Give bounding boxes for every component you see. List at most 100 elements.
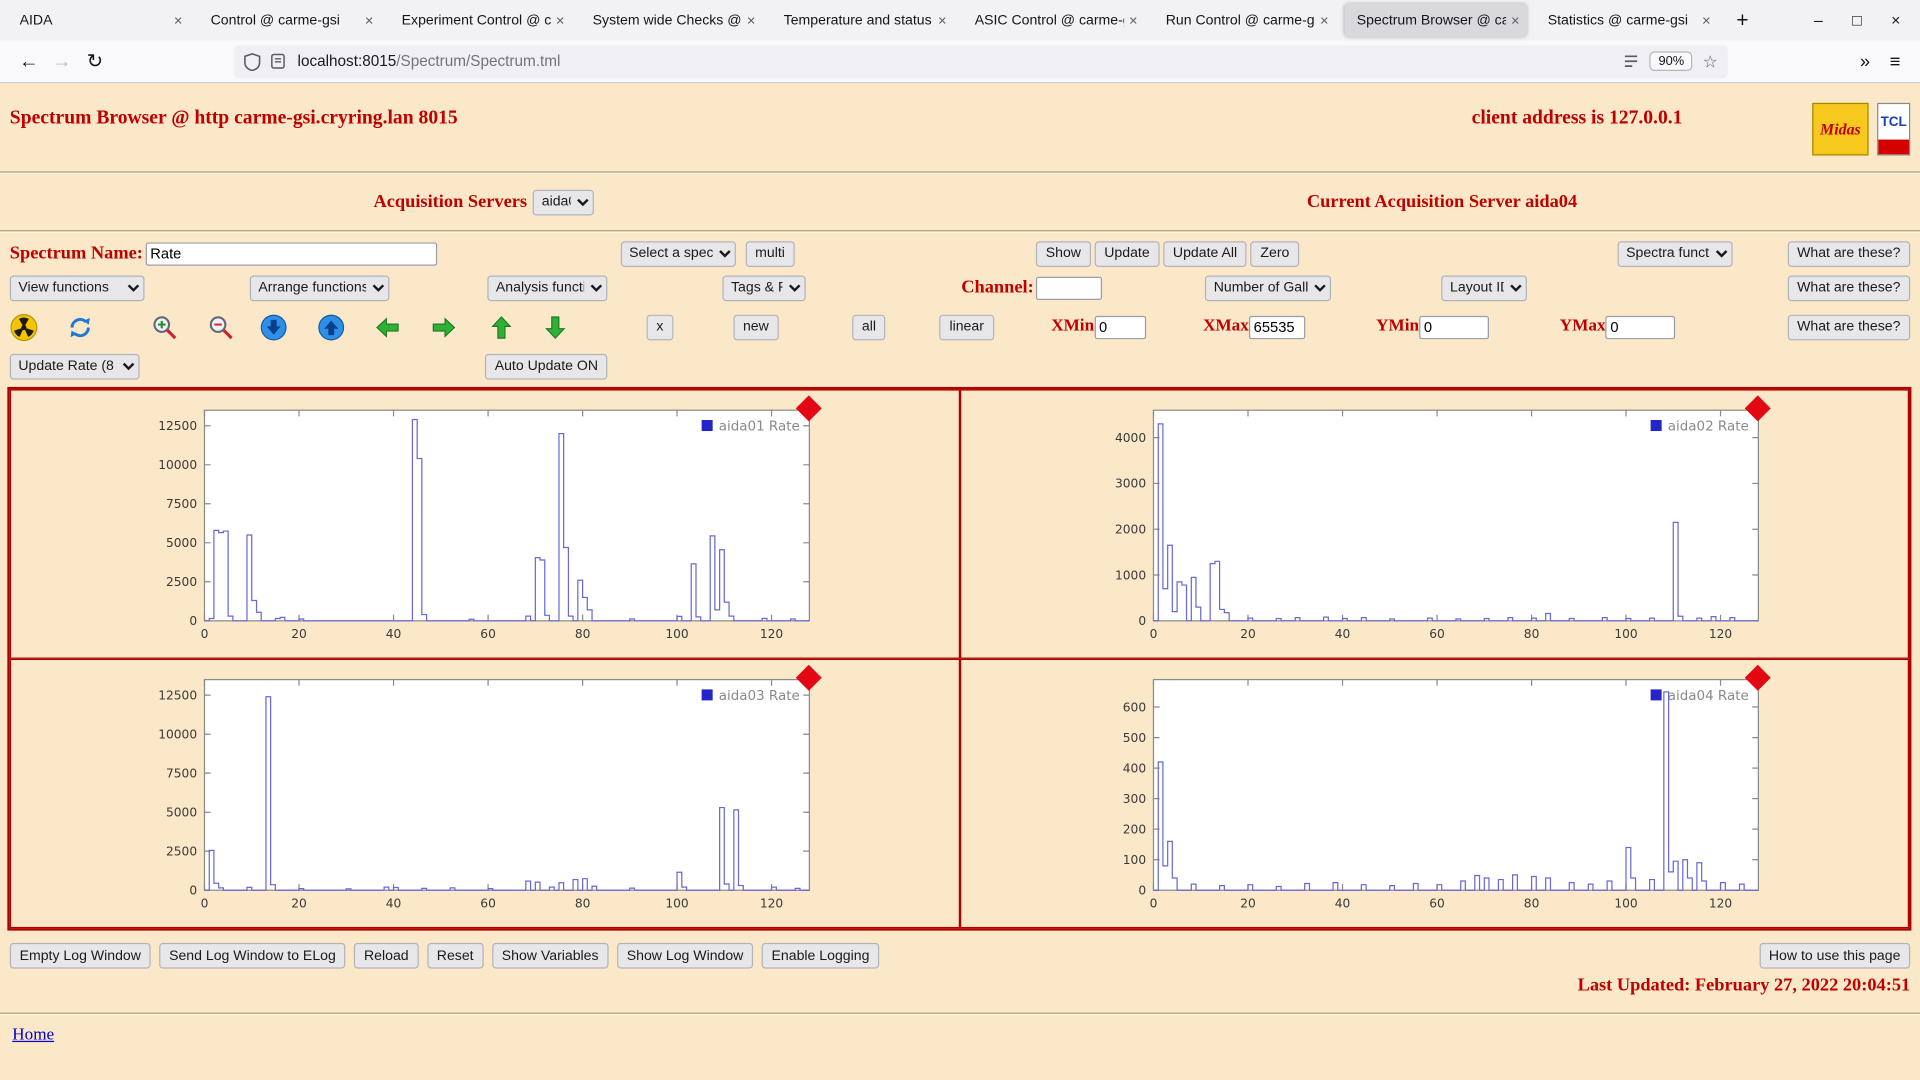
maximize-button[interactable]: □: [1852, 11, 1862, 29]
ymin-input[interactable]: [1419, 315, 1489, 338]
new-button[interactable]: new: [733, 314, 778, 340]
y-tick-label: 2500: [166, 575, 197, 589]
pan-left-button[interactable]: [373, 313, 401, 341]
reader-view-icon[interactable]: [1623, 53, 1640, 70]
channel-input[interactable]: [1036, 276, 1102, 299]
tab-close-icon[interactable]: ×: [556, 12, 565, 29]
url-text[interactable]: localhost:8015/Spectrum/Spectrum.tml: [298, 53, 1623, 70]
what-are-these-button-2[interactable]: What are these?: [1787, 275, 1910, 301]
how-to-use-button[interactable]: How to use this page: [1759, 943, 1910, 969]
browser-tab[interactable]: Run Control @ carme-g×: [1153, 4, 1335, 37]
layout-id-dropdown[interactable]: Layout ID=1: [1441, 275, 1527, 301]
x-projection-button[interactable]: x: [647, 314, 674, 340]
log-controls: Empty Log Window Send Log Window to ELog R…: [10, 943, 879, 969]
close-button[interactable]: ×: [1891, 11, 1900, 29]
reload-button[interactable]: Reload: [354, 943, 418, 969]
what-are-these-button-3[interactable]: What are these?: [1787, 314, 1910, 340]
overflow-menu-button[interactable]: »: [1860, 51, 1870, 72]
number-of-galleries-dropdown[interactable]: Number of Galleries: [1205, 275, 1331, 301]
tab-close-icon[interactable]: ×: [747, 12, 756, 29]
tab-close-icon[interactable]: ×: [938, 12, 947, 29]
x-tick-label: 40: [385, 896, 401, 910]
bookmark-star-icon[interactable]: ☆: [1703, 51, 1718, 72]
chart-2[interactable]: 02040608010012001000200030004000aida02 R…: [1097, 398, 1770, 650]
app-menu-button[interactable]: ≡: [1890, 51, 1901, 72]
back-button[interactable]: ←: [12, 45, 45, 78]
chart-3[interactable]: 02040608010012002500500075001000012500ai…: [148, 667, 821, 919]
minimize-button[interactable]: –: [1814, 11, 1823, 29]
tracking-protection-shield-icon[interactable]: [244, 52, 261, 70]
tab-close-icon[interactable]: ×: [174, 12, 183, 29]
tab-title: Spectrum Browser @ ca: [1357, 13, 1506, 28]
x-tick-label: 40: [1335, 627, 1351, 641]
ymax-input[interactable]: [1606, 315, 1676, 338]
forward-button[interactable]: →: [45, 45, 78, 78]
new-tab-button[interactable]: +: [1727, 8, 1759, 32]
empty-log-window-button[interactable]: Empty Log Window: [10, 943, 151, 969]
client-address-text: client address is 127.0.0.1: [1472, 108, 1683, 130]
reset-button[interactable]: Reset: [427, 943, 483, 969]
browser-tab[interactable]: Spectrum Browser @ ca ×: [1344, 4, 1526, 37]
tab-close-icon[interactable]: ×: [365, 12, 374, 29]
linear-button[interactable]: linear: [940, 314, 994, 340]
site-info-icon[interactable]: [269, 53, 286, 70]
zoom-level-badge[interactable]: 90%: [1650, 51, 1693, 71]
chart-4[interactable]: 0204060801001200100200300400500600aida04…: [1097, 667, 1770, 919]
browser-tab[interactable]: Experiment Control @ c×: [389, 4, 571, 37]
update-all-button[interactable]: Update All: [1163, 241, 1247, 267]
browser-tab[interactable]: AIDA×: [7, 4, 189, 37]
update-rate-dropdown[interactable]: Update Rate (8 secs): [10, 353, 140, 379]
browser-tab[interactable]: System wide Checks @×: [580, 4, 762, 37]
arrange-functions-dropdown[interactable]: Arrange functions: [250, 275, 390, 301]
show-button[interactable]: Show: [1036, 241, 1091, 267]
pan-up-button[interactable]: [487, 313, 515, 341]
zoom-out-button[interactable]: [207, 313, 235, 341]
refresh-button[interactable]: [66, 313, 94, 341]
show-variables-button[interactable]: Show Variables: [492, 943, 608, 969]
legend-label: aida01 Rate: [718, 419, 799, 434]
tab-close-icon[interactable]: ×: [1702, 12, 1711, 29]
reload-button[interactable]: ↻: [78, 45, 111, 78]
enable-logging-button[interactable]: Enable Logging: [762, 943, 879, 969]
home-link[interactable]: Home: [12, 1026, 54, 1046]
url-bar[interactable]: localhost:8015/Spectrum/Spectrum.tml 90%…: [234, 45, 1728, 78]
browser-tab[interactable]: Temperature and status×: [771, 4, 953, 37]
tab-close-icon[interactable]: ×: [1511, 12, 1520, 29]
zoom-in-button[interactable]: [151, 313, 179, 341]
select-spectrum-dropdown[interactable]: Select a spectrum: [620, 241, 735, 267]
what-are-these-button-1[interactable]: What are these?: [1787, 241, 1910, 267]
legend-swatch: [701, 689, 712, 700]
browser-tab[interactable]: ASIC Control @ carme-g×: [962, 4, 1144, 37]
update-button[interactable]: Update: [1094, 241, 1159, 267]
xmin-input[interactable]: [1094, 315, 1145, 338]
browser-tab[interactable]: Statistics @ carme-gsi×: [1536, 4, 1718, 37]
scroll-down-button[interactable]: [260, 313, 288, 341]
pan-right-button[interactable]: [430, 313, 458, 341]
browser-tab[interactable]: Control @ carme-gsi×: [198, 4, 380, 37]
refresh-icon: [66, 313, 94, 341]
xmax-input[interactable]: [1249, 315, 1305, 338]
all-button[interactable]: all: [852, 314, 886, 340]
analysis-functions-dropdown[interactable]: Analysis functions: [487, 275, 607, 301]
zero-button[interactable]: Zero: [1251, 241, 1300, 267]
auto-update-button[interactable]: Auto Update ON: [485, 353, 608, 379]
url-path: /Spectrum/Spectrum.tml: [396, 53, 560, 70]
scroll-up-button[interactable]: [317, 313, 345, 341]
pan-down-button[interactable]: [541, 313, 569, 341]
chart-1[interactable]: 02040608010012002500500075001000012500ai…: [148, 398, 821, 650]
x-tick-label: 80: [575, 896, 591, 910]
tab-close-icon[interactable]: ×: [1129, 12, 1138, 29]
spectrum-name-input[interactable]: [145, 242, 436, 265]
acquisition-server-select[interactable]: aida04: [533, 189, 594, 215]
zoom-in-icon: [151, 313, 179, 341]
x-tick-label: 60: [480, 896, 496, 910]
tab-close-icon[interactable]: ×: [1320, 12, 1329, 29]
spectra-functions-dropdown[interactable]: Spectra functions: [1618, 241, 1733, 267]
radioactive-source-button[interactable]: [10, 313, 38, 341]
spectrum-browser-page: Spectrum Browser @ http carme-gsi.cryrin…: [0, 83, 1920, 1080]
multi-button[interactable]: multi: [745, 241, 794, 267]
show-log-window-button[interactable]: Show Log Window: [617, 943, 753, 969]
send-log-window-to-elog-button[interactable]: Send Log Window to ELog: [159, 943, 345, 969]
tags-fits-dropdown[interactable]: Tags & Fits: [722, 275, 805, 301]
view-functions-dropdown[interactable]: View functions: [10, 275, 145, 301]
